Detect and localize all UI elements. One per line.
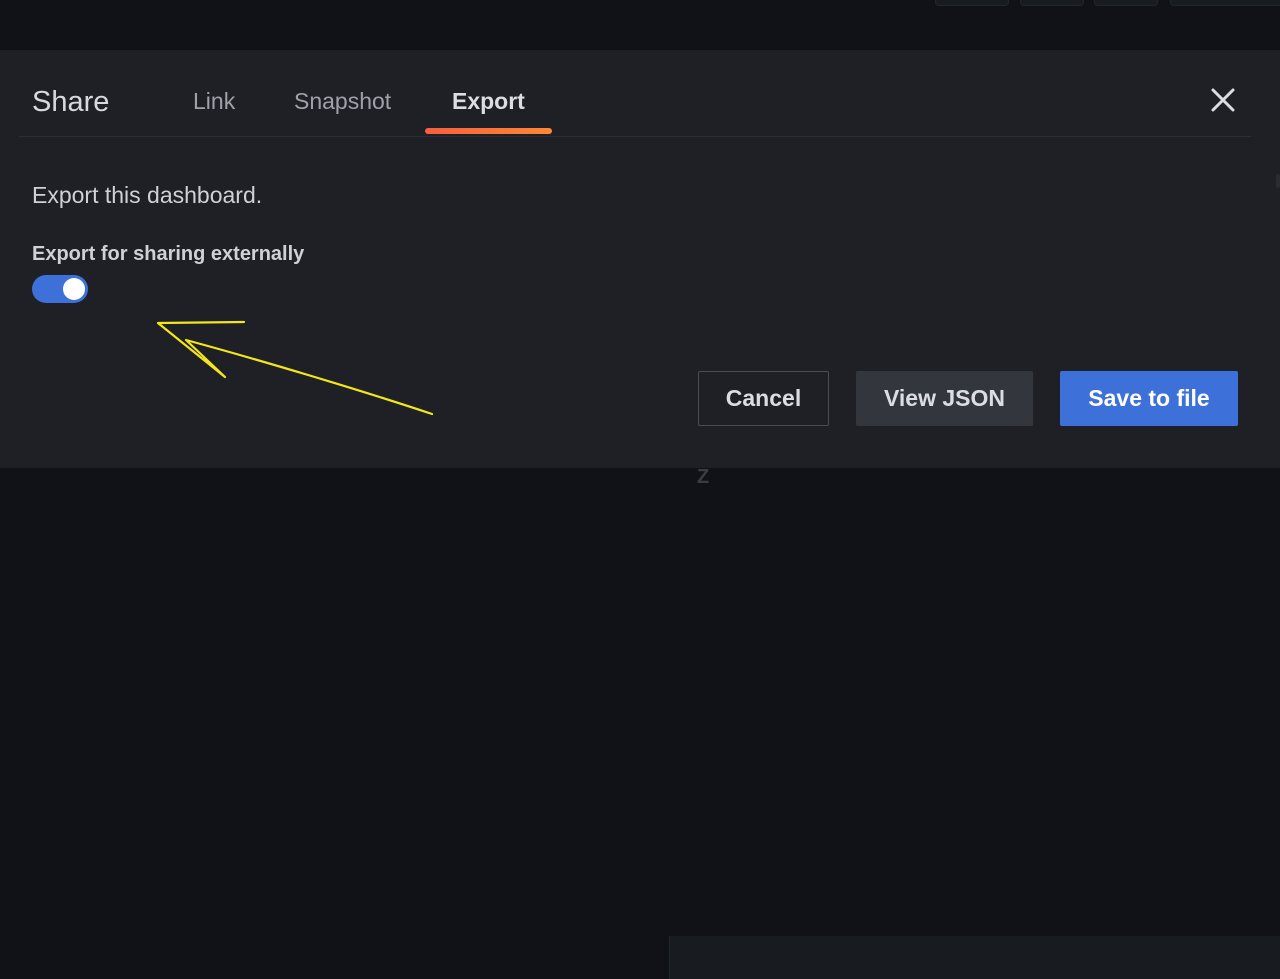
backdrop-toolbar-button xyxy=(1020,0,1084,6)
share-externally-label: Export for sharing externally xyxy=(32,243,305,265)
modal-title: Share xyxy=(32,86,110,118)
toggle-knob xyxy=(63,278,85,300)
tab-link[interactable]: Link xyxy=(193,88,235,136)
scrollbar-edge xyxy=(1276,174,1280,188)
backdrop-toolbar-button xyxy=(1170,0,1280,6)
backdrop-toolbar-button xyxy=(1094,0,1158,6)
tab-snapshot[interactable]: Snapshot xyxy=(294,88,391,136)
close-button[interactable] xyxy=(1209,86,1237,114)
active-tab-indicator xyxy=(425,128,552,134)
export-description: Export this dashboard. xyxy=(32,182,263,208)
share-externally-toggle[interactable] xyxy=(32,275,88,303)
backdrop-glyph: Z xyxy=(697,466,710,488)
share-modal: Share Link Snapshot Export Export this d… xyxy=(0,50,1280,468)
save-to-file-button[interactable]: Save to file xyxy=(1060,371,1238,426)
dashboard-backdrop-bottom xyxy=(0,468,1280,979)
close-icon xyxy=(1211,88,1235,112)
dashboard-backdrop-top xyxy=(0,0,1280,50)
backdrop-panel xyxy=(669,936,1280,979)
backdrop-toolbar-button xyxy=(935,0,1009,6)
view-json-button[interactable]: View JSON xyxy=(856,371,1033,426)
modal-header: Share Link Snapshot Export xyxy=(19,50,1251,137)
cancel-button[interactable]: Cancel xyxy=(698,371,829,426)
